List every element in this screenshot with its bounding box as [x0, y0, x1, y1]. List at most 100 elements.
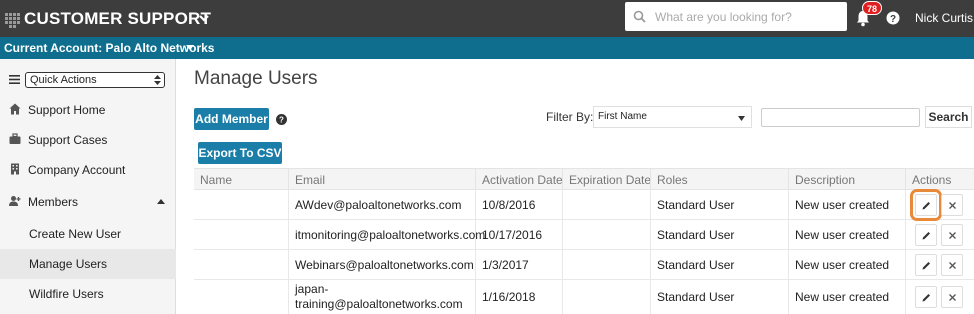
home-icon	[9, 103, 21, 115]
brand-title[interactable]: CUSTOMER SUPPORT	[24, 9, 211, 29]
add-member-button[interactable]: Add Member	[194, 108, 269, 130]
sidebar-item-label: Support Cases	[28, 133, 108, 147]
sidebar-subitem-label: Manage Users	[29, 257, 108, 271]
sidebar-subitem-wildfire-users[interactable]: Wildfire Users	[0, 279, 176, 309]
sidebar-subitem-label: Wildfire Users	[29, 287, 104, 301]
column-header-name[interactable]: Name	[194, 169, 288, 191]
cell-activation-date: 10/17/2016	[475, 220, 562, 249]
cell-role: Standard User	[650, 250, 788, 279]
filter-by-value: First Name	[598, 111, 647, 122]
users-table-header: Name Email Activation Date Expiration Da…	[194, 168, 974, 191]
edit-button[interactable]	[910, 189, 942, 221]
cell-email: itmonitoring@paloaltonetworks.com	[288, 220, 485, 249]
briefcase-icon	[9, 133, 21, 144]
palo-alto-logo-icon[interactable]	[4, 7, 24, 31]
sidebar-item-label: Support Home	[28, 103, 106, 117]
table-row: AWdev@paloaltonetworks.com 10/8/2016 Sta…	[194, 189, 974, 221]
sidebar-subitem-create-new-user[interactable]: Create New User	[0, 219, 176, 249]
chevron-up-icon[interactable]	[157, 199, 165, 204]
notification-badge[interactable]: 78	[862, 1, 882, 15]
pencil-icon	[922, 262, 930, 270]
filter-by-label: Filter By:	[546, 110, 594, 124]
delete-button[interactable]	[941, 224, 963, 246]
cell-actions	[905, 250, 974, 279]
table-row: itmonitoring@paloaltonetworks.com 10/17/…	[194, 220, 974, 250]
top-bar: CUSTOMER SUPPORT 78 ? Nick Curtis	[0, 0, 974, 37]
delete-button[interactable]	[941, 286, 963, 308]
search-button[interactable]: Search	[925, 106, 972, 128]
help-icon[interactable]: ?	[886, 11, 900, 25]
user-name: Nick Curtis	[915, 11, 974, 25]
edit-button[interactable]	[915, 224, 937, 246]
sidebar-item-label: Members	[28, 195, 79, 209]
column-header-expiration-date[interactable]: Expiration Date	[562, 169, 651, 191]
help-icon[interactable]: ?	[276, 114, 287, 125]
delete-button[interactable]	[941, 194, 963, 216]
page-title: Manage Users	[194, 68, 318, 89]
pencil-icon	[922, 232, 930, 240]
updown-arrow-icon	[154, 75, 161, 85]
cell-actions	[905, 220, 974, 249]
pencil-icon	[922, 294, 930, 302]
cell-name	[194, 190, 288, 219]
sidebar-item-support-cases[interactable]: Support Cases	[0, 125, 176, 155]
cell-actions	[905, 280, 974, 314]
account-bar: Current Account: Palo Alto Networks	[0, 37, 974, 59]
cell-email: AWdev@paloaltonetworks.com	[288, 190, 475, 219]
delete-button[interactable]	[941, 254, 963, 276]
sidebar-item-company-account[interactable]: Company Account	[0, 155, 176, 185]
cell-description: New user created	[788, 190, 905, 219]
column-header-activation-date[interactable]: Activation Date	[475, 169, 563, 191]
cell-expiration-date	[562, 190, 650, 219]
svg-text:?: ?	[279, 116, 284, 125]
cell-role: Standard User	[650, 280, 788, 314]
quick-actions-select[interactable]: Quick Actions	[25, 72, 165, 88]
cell-expiration-date	[562, 280, 650, 314]
cell-description: New user created	[788, 250, 905, 279]
edit-button[interactable]	[915, 286, 937, 308]
cell-actions	[905, 189, 974, 221]
table-row: Webinars@paloaltonetworks.com 1/3/2017 S…	[194, 250, 974, 280]
current-account-label[interactable]: Current Account: Palo Alto Networks	[4, 41, 214, 55]
filter-by-select[interactable]: First Name	[593, 106, 752, 128]
cell-email: Webinars@paloaltonetworks.com	[288, 250, 475, 279]
user-menu[interactable]: Nick Curtis	[915, 11, 974, 25]
building-icon	[11, 163, 19, 175]
cell-expiration-date	[562, 220, 650, 249]
cell-name	[194, 250, 288, 279]
hamburger-menu-icon[interactable]	[9, 75, 20, 84]
column-header-description[interactable]: Description	[788, 169, 905, 191]
add-user-icon	[9, 196, 21, 206]
table-row: japan-training@paloaltonetworks.com 1/16…	[194, 280, 974, 314]
caret-down-icon[interactable]	[186, 45, 194, 51]
cell-description: New user created	[788, 220, 905, 249]
filter-text-input[interactable]	[761, 108, 920, 127]
sidebar-subitem-label: Create New User	[29, 227, 122, 241]
edit-button[interactable]	[915, 254, 937, 276]
column-header-actions: Actions	[905, 169, 974, 191]
quick-actions-value: Quick Actions	[30, 74, 97, 86]
search-icon	[633, 10, 646, 23]
caret-down-icon	[738, 116, 745, 121]
cell-role: Standard User	[650, 220, 788, 249]
cell-expiration-date	[562, 250, 650, 279]
cell-activation-date: 10/8/2016	[475, 190, 562, 219]
close-icon	[949, 262, 956, 269]
search-input[interactable]	[655, 6, 841, 27]
svg-text:?: ?	[890, 14, 896, 25]
cell-description: New user created	[788, 280, 905, 314]
sidebar-item-members[interactable]: Members	[0, 187, 176, 217]
chevron-down-icon[interactable]	[198, 12, 210, 24]
close-icon	[949, 294, 956, 301]
column-header-roles[interactable]: Roles	[650, 169, 788, 191]
cell-name	[194, 220, 288, 249]
cell-activation-date: 1/3/2017	[475, 250, 562, 279]
sidebar-subitem-manage-users[interactable]: Manage Users	[0, 249, 176, 279]
sidebar-item-label: Company Account	[28, 163, 126, 177]
column-header-email[interactable]: Email	[288, 169, 475, 191]
export-csv-button[interactable]: Export To CSV	[198, 142, 282, 164]
sidebar-item-support-home[interactable]: Support Home	[0, 95, 176, 125]
cell-name	[194, 280, 288, 314]
global-search[interactable]	[625, 2, 847, 31]
close-icon	[949, 202, 956, 209]
